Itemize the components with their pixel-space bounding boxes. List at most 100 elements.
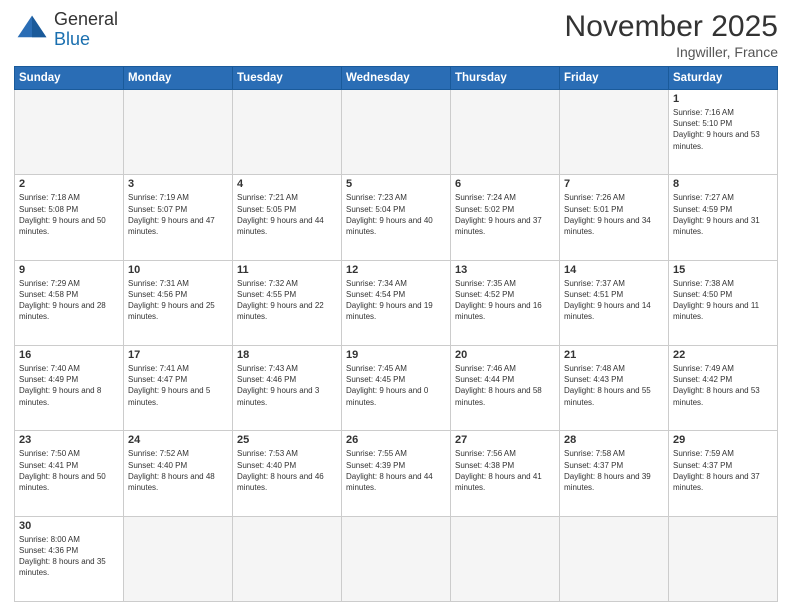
day-cell: 14 Sunrise: 7:37 AMSunset: 4:51 PMDayligh… bbox=[560, 260, 669, 345]
weekday-wednesday: Wednesday bbox=[342, 67, 451, 90]
week-row-5: 30Sunrise: 8:00 AMSunset: 4:36 PMDayligh… bbox=[15, 516, 778, 601]
day-cell: 24 Sunrise: 7:52 AMSunset: 4:40 PMDayligh… bbox=[124, 431, 233, 516]
day-cell bbox=[342, 516, 451, 601]
day-number: 21 bbox=[564, 349, 664, 361]
day-info: Sunrise: 7:26 AMSunset: 5:01 PMDaylight:… bbox=[564, 192, 664, 237]
day-number: 5 bbox=[346, 178, 446, 190]
week-row-3: 16 Sunrise: 7:40 AMSunset: 4:49 PMDayligh… bbox=[15, 345, 778, 430]
day-cell bbox=[451, 516, 560, 601]
day-number: 17 bbox=[128, 349, 228, 361]
week-row-0: 1 Sunrise: 7:16 AMSunset: 5:10 PMDaylight… bbox=[15, 90, 778, 175]
day-number: 19 bbox=[346, 349, 446, 361]
day-info: Sunrise: 7:37 AMSunset: 4:51 PMDaylight:… bbox=[564, 278, 664, 323]
day-cell bbox=[560, 90, 669, 175]
day-cell: 29Sunrise: 7:59 AMSunset: 4:37 PMDayligh… bbox=[669, 431, 778, 516]
day-info: Sunrise: 7:29 AMSunset: 4:58 PMDaylight:… bbox=[19, 278, 119, 323]
day-cell: 15 Sunrise: 7:38 AMSunset: 4:50 PMDayligh… bbox=[669, 260, 778, 345]
day-info: Sunrise: 7:56 AMSunset: 4:38 PMDaylight:… bbox=[455, 448, 555, 493]
day-info: Sunrise: 8:00 AMSunset: 4:36 PMDaylight:… bbox=[19, 534, 119, 579]
day-info: Sunrise: 7:23 AMSunset: 5:04 PMDaylight:… bbox=[346, 192, 446, 237]
day-number: 3 bbox=[128, 178, 228, 190]
weekday-sunday: Sunday bbox=[15, 67, 124, 90]
day-cell bbox=[233, 90, 342, 175]
day-cell: 6Sunrise: 7:24 AMSunset: 5:02 PMDaylight… bbox=[451, 175, 560, 260]
weekday-friday: Friday bbox=[560, 67, 669, 90]
logo-text: General Blue bbox=[54, 10, 118, 50]
day-cell: 17Sunrise: 7:41 AMSunset: 4:47 PMDayligh… bbox=[124, 345, 233, 430]
day-cell: 3 Sunrise: 7:19 AMSunset: 5:07 PMDaylight… bbox=[124, 175, 233, 260]
day-number: 28 bbox=[564, 434, 664, 446]
day-number: 16 bbox=[19, 349, 119, 361]
day-cell: 11 Sunrise: 7:32 AMSunset: 4:55 PMDayligh… bbox=[233, 260, 342, 345]
day-cell: 9 Sunrise: 7:29 AMSunset: 4:58 PMDaylight… bbox=[15, 260, 124, 345]
location-subtitle: Ingwiller, France bbox=[565, 44, 778, 60]
day-cell: 20Sunrise: 7:46 AMSunset: 4:44 PMDayligh… bbox=[451, 345, 560, 430]
page: General Blue November 2025 Ingwiller, Fr… bbox=[0, 0, 792, 612]
day-info: Sunrise: 7:50 AMSunset: 4:41 PMDaylight:… bbox=[19, 448, 119, 493]
day-cell bbox=[560, 516, 669, 601]
weekday-monday: Monday bbox=[124, 67, 233, 90]
day-info: Sunrise: 7:52 AMSunset: 4:40 PMDaylight:… bbox=[128, 448, 228, 493]
day-info: Sunrise: 7:48 AMSunset: 4:43 PMDaylight:… bbox=[564, 363, 664, 408]
day-number: 11 bbox=[237, 264, 337, 276]
logo: General Blue bbox=[14, 10, 118, 50]
day-number: 15 bbox=[673, 264, 773, 276]
day-number: 9 bbox=[19, 264, 119, 276]
day-cell: 30Sunrise: 8:00 AMSunset: 4:36 PMDayligh… bbox=[15, 516, 124, 601]
day-info: Sunrise: 7:49 AMSunset: 4:42 PMDaylight:… bbox=[673, 363, 773, 408]
week-row-1: 2 Sunrise: 7:18 AMSunset: 5:08 PMDaylight… bbox=[15, 175, 778, 260]
day-cell: 27 Sunrise: 7:56 AMSunset: 4:38 PMDayligh… bbox=[451, 431, 560, 516]
weekday-tuesday: Tuesday bbox=[233, 67, 342, 90]
day-number: 7 bbox=[564, 178, 664, 190]
day-number: 26 bbox=[346, 434, 446, 446]
day-number: 18 bbox=[237, 349, 337, 361]
logo-general: General bbox=[54, 10, 118, 30]
day-cell: 22 Sunrise: 7:49 AMSunset: 4:42 PMDayligh… bbox=[669, 345, 778, 430]
day-info: Sunrise: 7:38 AMSunset: 4:50 PMDaylight:… bbox=[673, 278, 773, 323]
day-info: Sunrise: 7:31 AMSunset: 4:56 PMDaylight:… bbox=[128, 278, 228, 323]
day-number: 29 bbox=[673, 434, 773, 446]
day-number: 14 bbox=[564, 264, 664, 276]
day-number: 1 bbox=[673, 93, 773, 105]
day-info: Sunrise: 7:55 AMSunset: 4:39 PMDaylight:… bbox=[346, 448, 446, 493]
day-info: Sunrise: 7:19 AMSunset: 5:07 PMDaylight:… bbox=[128, 192, 228, 237]
day-info: Sunrise: 7:34 AMSunset: 4:54 PMDaylight:… bbox=[346, 278, 446, 323]
day-number: 13 bbox=[455, 264, 555, 276]
day-cell: 2 Sunrise: 7:18 AMSunset: 5:08 PMDaylight… bbox=[15, 175, 124, 260]
day-number: 2 bbox=[19, 178, 119, 190]
day-cell bbox=[342, 90, 451, 175]
day-cell: 28 Sunrise: 7:58 AMSunset: 4:37 PMDayligh… bbox=[560, 431, 669, 516]
day-info: Sunrise: 7:58 AMSunset: 4:37 PMDaylight:… bbox=[564, 448, 664, 493]
day-number: 25 bbox=[237, 434, 337, 446]
day-info: Sunrise: 7:16 AMSunset: 5:10 PMDaylight:… bbox=[673, 107, 773, 152]
day-cell bbox=[15, 90, 124, 175]
day-number: 22 bbox=[673, 349, 773, 361]
week-row-2: 9 Sunrise: 7:29 AMSunset: 4:58 PMDaylight… bbox=[15, 260, 778, 345]
day-cell: 21 Sunrise: 7:48 AMSunset: 4:43 PMDayligh… bbox=[560, 345, 669, 430]
day-cell: 23 Sunrise: 7:50 AMSunset: 4:41 PMDayligh… bbox=[15, 431, 124, 516]
header: General Blue November 2025 Ingwiller, Fr… bbox=[14, 10, 778, 60]
day-info: Sunrise: 7:43 AMSunset: 4:46 PMDaylight:… bbox=[237, 363, 337, 408]
day-cell: 19Sunrise: 7:45 AMSunset: 4:45 PMDayligh… bbox=[342, 345, 451, 430]
day-info: Sunrise: 7:24 AMSunset: 5:02 PMDaylight:… bbox=[455, 192, 555, 237]
day-number: 8 bbox=[673, 178, 773, 190]
title-block: November 2025 Ingwiller, France bbox=[565, 10, 778, 60]
day-info: Sunrise: 7:40 AMSunset: 4:49 PMDaylight:… bbox=[19, 363, 119, 408]
day-cell: 8Sunrise: 7:27 AMSunset: 4:59 PMDaylight… bbox=[669, 175, 778, 260]
day-cell: 16 Sunrise: 7:40 AMSunset: 4:49 PMDayligh… bbox=[15, 345, 124, 430]
day-number: 24 bbox=[128, 434, 228, 446]
day-cell bbox=[233, 516, 342, 601]
day-info: Sunrise: 7:32 AMSunset: 4:55 PMDaylight:… bbox=[237, 278, 337, 323]
day-number: 27 bbox=[455, 434, 555, 446]
day-cell: 10 Sunrise: 7:31 AMSunset: 4:56 PMDayligh… bbox=[124, 260, 233, 345]
day-number: 10 bbox=[128, 264, 228, 276]
day-number: 23 bbox=[19, 434, 119, 446]
logo-blue: Blue bbox=[54, 30, 118, 50]
day-info: Sunrise: 7:21 AMSunset: 5:05 PMDaylight:… bbox=[237, 192, 337, 237]
logo-icon bbox=[14, 12, 50, 48]
day-cell bbox=[124, 90, 233, 175]
day-number: 4 bbox=[237, 178, 337, 190]
day-number: 12 bbox=[346, 264, 446, 276]
day-info: Sunrise: 7:35 AMSunset: 4:52 PMDaylight:… bbox=[455, 278, 555, 323]
day-info: Sunrise: 7:18 AMSunset: 5:08 PMDaylight:… bbox=[19, 192, 119, 237]
